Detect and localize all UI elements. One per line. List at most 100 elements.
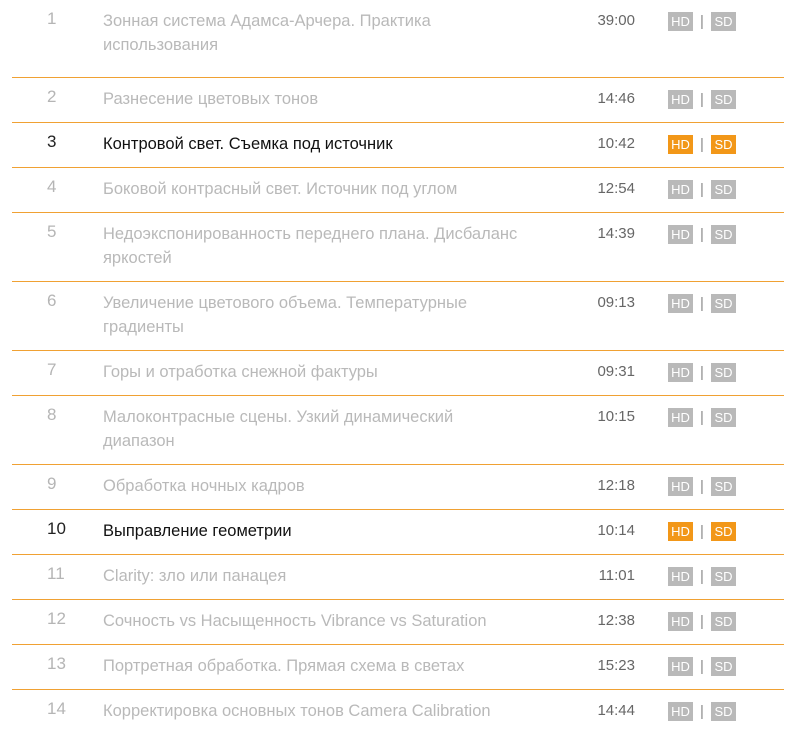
- hd-button[interactable]: HD: [668, 522, 693, 541]
- lesson-title[interactable]: Зонная система Адамса-Арчера. Практика и…: [103, 9, 523, 57]
- quality-separator: |: [700, 13, 704, 30]
- lesson-duration: 09:13: [597, 294, 635, 311]
- lesson-number: 3: [47, 132, 57, 151]
- hd-button[interactable]: HD: [668, 135, 693, 154]
- quality-separator: |: [700, 409, 704, 426]
- hd-button[interactable]: HD: [668, 702, 693, 721]
- quality-separator: |: [700, 181, 704, 198]
- sd-button[interactable]: SD: [711, 294, 736, 313]
- hd-button[interactable]: HD: [668, 477, 693, 496]
- sd-button[interactable]: SD: [711, 657, 736, 676]
- lesson-row-8[interactable]: 8 Малоконтрасные сцены. Узкий динамическ…: [12, 396, 784, 465]
- hd-button[interactable]: HD: [668, 408, 693, 427]
- hd-button[interactable]: HD: [668, 294, 693, 313]
- sd-button[interactable]: SD: [711, 12, 736, 31]
- lesson-title[interactable]: Сочность vs Насыщенность Vibrance vs Sat…: [103, 609, 523, 633]
- sd-button[interactable]: SD: [711, 180, 736, 199]
- lesson-duration: 39:00: [597, 12, 635, 29]
- sd-button[interactable]: SD: [711, 363, 736, 382]
- quality-selector: HD | SD: [668, 702, 736, 721]
- lesson-title[interactable]: Недоэкспонированность переднего плана. Д…: [103, 222, 523, 270]
- lesson-title[interactable]: Горы и отработка снежной фактуры: [103, 360, 523, 384]
- lesson-duration: 14:44: [597, 702, 635, 719]
- hd-button[interactable]: HD: [668, 612, 693, 631]
- quality-separator: |: [700, 703, 704, 720]
- quality-separator: |: [700, 658, 704, 675]
- lesson-title[interactable]: Боковой контрасный свет. Источник под уг…: [103, 177, 523, 201]
- sd-button[interactable]: SD: [711, 567, 736, 586]
- lesson-duration: 12:18: [597, 477, 635, 494]
- sd-button[interactable]: SD: [711, 408, 736, 427]
- quality-separator: |: [700, 136, 704, 153]
- lesson-number: 8: [47, 405, 57, 424]
- lesson-number: 6: [47, 291, 57, 310]
- lesson-number: 14: [47, 699, 66, 718]
- hd-button[interactable]: HD: [668, 180, 693, 199]
- lesson-duration: 10:14: [597, 522, 635, 539]
- quality-selector: HD | SD: [668, 657, 736, 676]
- lesson-row-13[interactable]: 13 Портретная обработка. Прямая схема в …: [12, 645, 784, 690]
- lesson-duration: 11:01: [598, 567, 635, 584]
- lesson-row-7[interactable]: 7 Горы и отработка снежной фактуры 09:31…: [12, 351, 784, 396]
- sd-button[interactable]: SD: [711, 477, 736, 496]
- sd-button[interactable]: SD: [711, 225, 736, 244]
- quality-selector: HD | SD: [668, 522, 736, 541]
- hd-button[interactable]: HD: [668, 90, 693, 109]
- quality-separator: |: [700, 364, 704, 381]
- lesson-list: 1 Зонная система Адамса-Арчера. Практика…: [0, 0, 797, 735]
- quality-selector: HD | SD: [668, 408, 736, 427]
- lesson-row-10[interactable]: 10 Выправление геометрии 10:14 HD | SD: [12, 510, 784, 555]
- sd-button[interactable]: SD: [711, 90, 736, 109]
- lesson-duration: 10:15: [597, 408, 635, 425]
- lesson-duration: 10:42: [597, 135, 635, 152]
- lesson-row-3[interactable]: 3 Контровой свет. Съемка под источник 10…: [12, 123, 784, 168]
- lesson-title[interactable]: Портретная обработка. Прямая схема в све…: [103, 654, 523, 678]
- hd-button[interactable]: HD: [668, 363, 693, 382]
- lesson-title[interactable]: Малоконтрасные сцены. Узкий динамический…: [103, 405, 523, 453]
- lesson-row-5[interactable]: 5 Недоэкспонированность переднего плана.…: [12, 213, 784, 282]
- lesson-title[interactable]: Обработка ночных кадров: [103, 474, 523, 498]
- quality-separator: |: [700, 295, 704, 312]
- quality-selector: HD | SD: [668, 90, 736, 109]
- lesson-row-6[interactable]: 6 Увеличение цветового объема. Температу…: [12, 282, 784, 351]
- lesson-row-2[interactable]: 2 Разнесение цветовых тонов 14:46 HD | SD: [12, 78, 784, 123]
- sd-button[interactable]: SD: [711, 522, 736, 541]
- lesson-row-14[interactable]: 14 Корректировка основных тонов Camera C…: [12, 690, 784, 735]
- lesson-number: 1: [47, 9, 57, 28]
- lesson-number: 9: [47, 474, 57, 493]
- lesson-title[interactable]: Корректировка основных тонов Camera Cali…: [103, 699, 523, 723]
- quality-selector: HD | SD: [668, 363, 736, 382]
- lesson-duration: 14:46: [597, 90, 635, 107]
- lesson-number: 13: [47, 654, 66, 673]
- hd-button[interactable]: HD: [668, 225, 693, 244]
- sd-button[interactable]: SD: [711, 702, 736, 721]
- lesson-title[interactable]: Контровой свет. Съемка под источник: [103, 132, 523, 156]
- quality-separator: |: [700, 91, 704, 108]
- lesson-row-11[interactable]: 11 Clarity: зло или панацея 11:01 HD | SD: [12, 555, 784, 600]
- lesson-number: 11: [47, 564, 65, 583]
- hd-button[interactable]: HD: [668, 567, 693, 586]
- lesson-number: 4: [47, 177, 57, 196]
- lesson-number: 2: [47, 87, 57, 106]
- lesson-duration: 14:39: [597, 225, 635, 242]
- quality-separator: |: [700, 613, 704, 630]
- lesson-title[interactable]: Разнесение цветовых тонов: [103, 87, 523, 111]
- quality-selector: HD | SD: [668, 567, 736, 586]
- quality-separator: |: [700, 478, 704, 495]
- lesson-title[interactable]: Clarity: зло или панацея: [103, 564, 523, 588]
- lesson-duration: 15:23: [597, 657, 635, 674]
- sd-button[interactable]: SD: [711, 612, 736, 631]
- lesson-number: 7: [47, 360, 57, 379]
- lesson-row-4[interactable]: 4 Боковой контрасный свет. Источник под …: [12, 168, 784, 213]
- lesson-title[interactable]: Увеличение цветового объема. Температурн…: [103, 291, 523, 339]
- lesson-row-1[interactable]: 1 Зонная система Адамса-Арчера. Практика…: [12, 0, 784, 78]
- hd-button[interactable]: HD: [668, 657, 693, 676]
- lesson-title[interactable]: Выправление геометрии: [103, 519, 523, 543]
- lesson-row-12[interactable]: 12 Сочность vs Насыщенность Vibrance vs …: [12, 600, 784, 645]
- hd-button[interactable]: HD: [668, 12, 693, 31]
- quality-selector: HD | SD: [668, 225, 736, 244]
- quality-selector: HD | SD: [668, 294, 736, 313]
- sd-button[interactable]: SD: [711, 135, 736, 154]
- quality-selector: HD | SD: [668, 180, 736, 199]
- lesson-row-9[interactable]: 9 Обработка ночных кадров 12:18 HD | SD: [12, 465, 784, 510]
